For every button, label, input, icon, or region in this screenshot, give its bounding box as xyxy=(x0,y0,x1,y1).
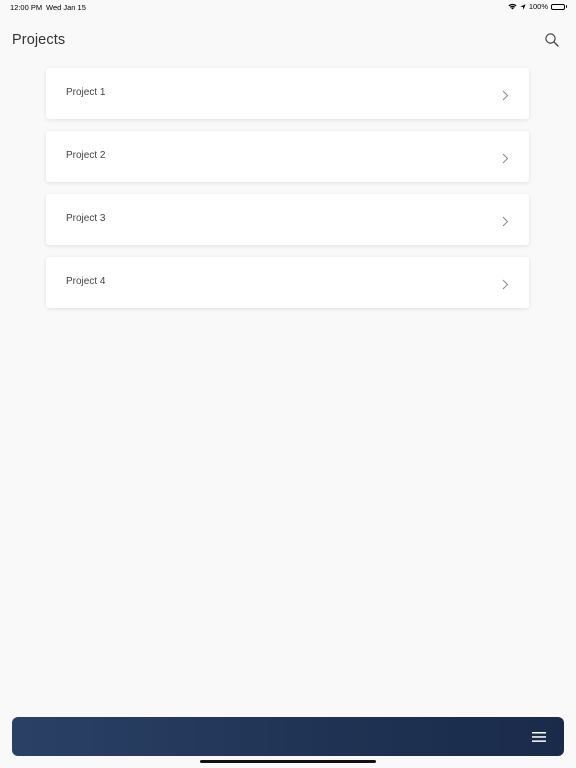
wifi-icon xyxy=(508,3,517,10)
project-label: Project 3 xyxy=(66,213,106,224)
page-title: Projects xyxy=(12,32,66,48)
project-label: Project 1 xyxy=(66,87,106,98)
status-date: Wed Jan 15 xyxy=(46,3,86,12)
chevron-right-icon xyxy=(502,88,509,101)
chevron-right-icon xyxy=(502,151,509,164)
project-label: Project 4 xyxy=(66,276,106,287)
chevron-right-icon xyxy=(502,214,509,227)
search-icon[interactable] xyxy=(544,32,560,48)
project-item[interactable]: Project 3 xyxy=(46,194,529,245)
hamburger-menu-icon[interactable] xyxy=(532,730,546,742)
project-item[interactable]: Project 2 xyxy=(46,131,529,182)
project-label: Project 2 xyxy=(66,150,106,161)
header: Projects xyxy=(0,28,576,56)
project-list: Project 1 Project 2 Project 3 Project 4 xyxy=(46,68,529,320)
status-time: 12:00 PM xyxy=(10,3,43,12)
battery-icon xyxy=(551,3,567,10)
location-arrow-icon xyxy=(520,3,526,10)
status-indicators: 100% xyxy=(508,2,567,11)
chevron-right-icon xyxy=(502,277,509,290)
home-indicator[interactable] xyxy=(200,760,376,763)
project-item[interactable]: Project 1 xyxy=(46,68,529,119)
status-bar: 12:00 PM Wed Jan 15 100% xyxy=(0,0,576,14)
project-item[interactable]: Project 4 xyxy=(46,257,529,308)
bottom-bar xyxy=(12,717,564,756)
battery-percent: 100% xyxy=(528,2,548,11)
